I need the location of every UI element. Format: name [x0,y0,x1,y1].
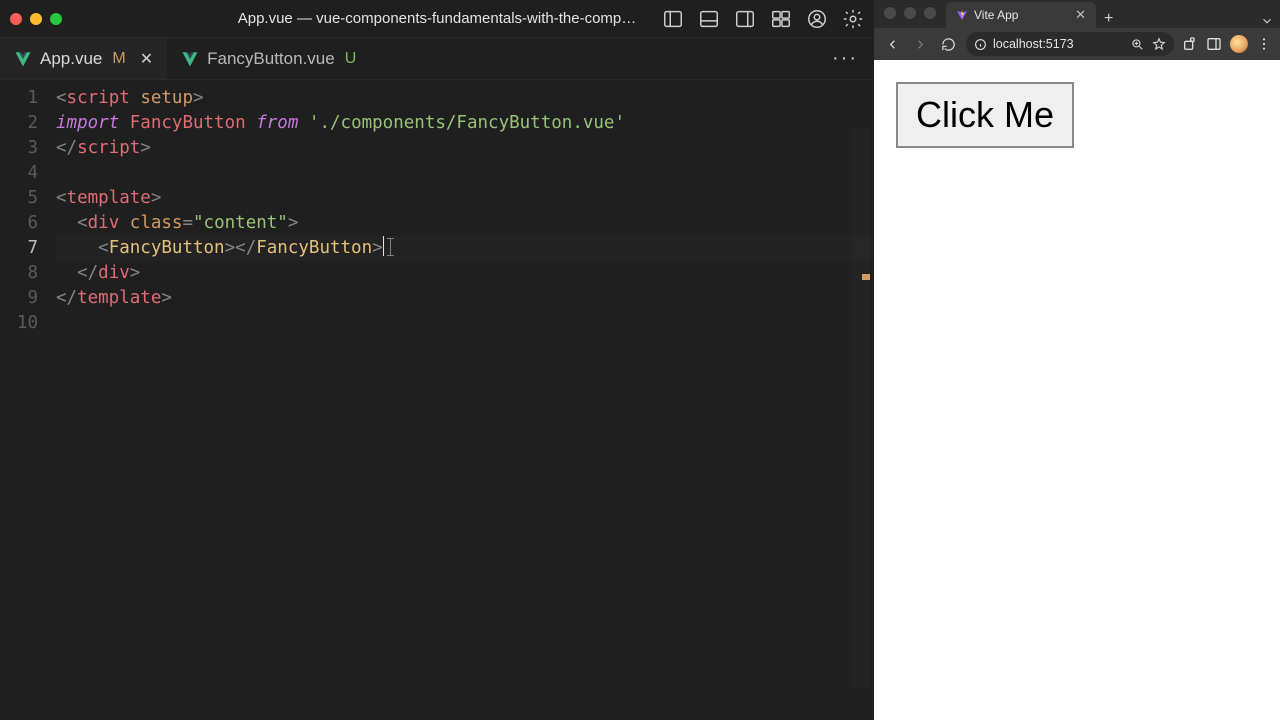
editor-tabs: App.vue M ✕ FancyButton.vue U ··· [0,38,874,80]
line-number: 9 [0,286,38,311]
back-button[interactable] [882,37,902,52]
overview-change-marker [862,274,870,280]
line-number: 4 [0,161,38,186]
window-traffic-lights [10,13,62,25]
code-line[interactable]: <script setup> [56,86,874,111]
new-tab-button[interactable]: + [1096,10,1121,28]
toggle-secondary-sidebar-icon[interactable] [734,8,756,30]
text-cursor [383,236,384,256]
overview-ruler[interactable] [856,128,870,688]
tab-search-icon[interactable] [1260,14,1274,28]
profile-avatar[interactable] [1230,35,1248,53]
browser-tab-title: Vite App [974,8,1018,22]
line-number: 2 [0,111,38,136]
toggle-primary-sidebar-icon[interactable] [662,8,684,30]
mouse-ibeam-icon [390,238,391,256]
accounts-icon[interactable] [806,8,828,30]
code-line[interactable] [56,311,874,336]
browser-toolbar: localhost:5173 [874,28,1280,60]
zoom-icon[interactable] [1130,37,1144,51]
line-number-gutter: 12345678910 [0,80,56,720]
code-line[interactable]: </template> [56,286,874,311]
address-bar-url: localhost:5173 [993,37,1074,51]
browser-tabstrip: Vite App ✕ + [874,0,1280,28]
minimize-window-button[interactable] [904,7,916,19]
address-bar[interactable]: localhost:5173 [966,32,1174,56]
tab-fancybutton-vue[interactable]: FancyButton.vue U [167,38,370,79]
line-number: 7 [0,236,38,261]
code-content[interactable]: <script setup>import FancyButton from '.… [56,80,874,720]
toggle-panel-icon[interactable] [698,8,720,30]
bookmark-star-icon[interactable] [1152,37,1166,51]
code-line[interactable]: <FancyButton></FancyButton> [56,236,874,261]
tab-label: FancyButton.vue [207,49,335,69]
tab-untracked-indicator: U [345,50,357,68]
browser-tab[interactable]: Vite App ✕ [946,2,1096,28]
code-line[interactable]: <template> [56,186,874,211]
code-line[interactable]: <div class="content"> [56,211,874,236]
minimize-window-button[interactable] [30,13,42,25]
kebab-menu-icon[interactable] [1256,36,1272,52]
tab-modified-indicator: M [112,50,125,68]
reload-button[interactable] [938,37,958,52]
close-tab-icon[interactable]: ✕ [1075,7,1086,23]
line-number: 6 [0,211,38,236]
window-traffic-lights [884,7,936,19]
line-number: 1 [0,86,38,111]
code-editor[interactable]: 12345678910 <script setup>import FancyBu… [0,80,874,720]
customize-layout-icon[interactable] [770,8,792,30]
close-tab-icon[interactable]: ✕ [140,49,153,69]
vscode-window: App.vue — vue-components-fundamentals-wi… [0,0,874,720]
code-line[interactable]: </script> [56,136,874,161]
vue-file-icon [181,50,199,68]
settings-gear-icon[interactable] [842,8,864,30]
click-me-button[interactable]: Click Me [896,82,1074,148]
line-number: 8 [0,261,38,286]
side-panel-icon[interactable] [1206,36,1222,52]
browser-window: Vite App ✕ + localhost:5173 [874,0,1280,720]
vscode-titlebar: App.vue — vue-components-fundamentals-wi… [0,0,874,38]
scrollbar-thumb[interactable] [852,128,870,688]
code-line[interactable]: import FancyButton from './components/Fa… [56,111,874,136]
browser-viewport: Click Me [874,60,1280,720]
tab-label: App.vue [40,49,102,69]
forward-button[interactable] [910,37,930,52]
extensions-icon[interactable] [1182,36,1198,52]
close-window-button[interactable] [884,7,896,19]
tab-app-vue[interactable]: App.vue M ✕ [0,38,167,79]
code-line[interactable]: </div> [56,261,874,286]
code-line[interactable] [56,161,874,186]
vue-file-icon [14,50,32,68]
vite-favicon-icon [956,9,968,21]
maximize-window-button[interactable] [924,7,936,19]
titlebar-layout-actions [662,8,864,30]
site-info-icon[interactable] [974,38,987,51]
toolbar-right [1182,35,1272,53]
line-number: 10 [0,311,38,336]
line-number: 3 [0,136,38,161]
close-window-button[interactable] [10,13,22,25]
maximize-window-button[interactable] [50,13,62,25]
line-number: 5 [0,186,38,211]
tab-overflow-menu-icon[interactable]: ··· [832,38,858,79]
